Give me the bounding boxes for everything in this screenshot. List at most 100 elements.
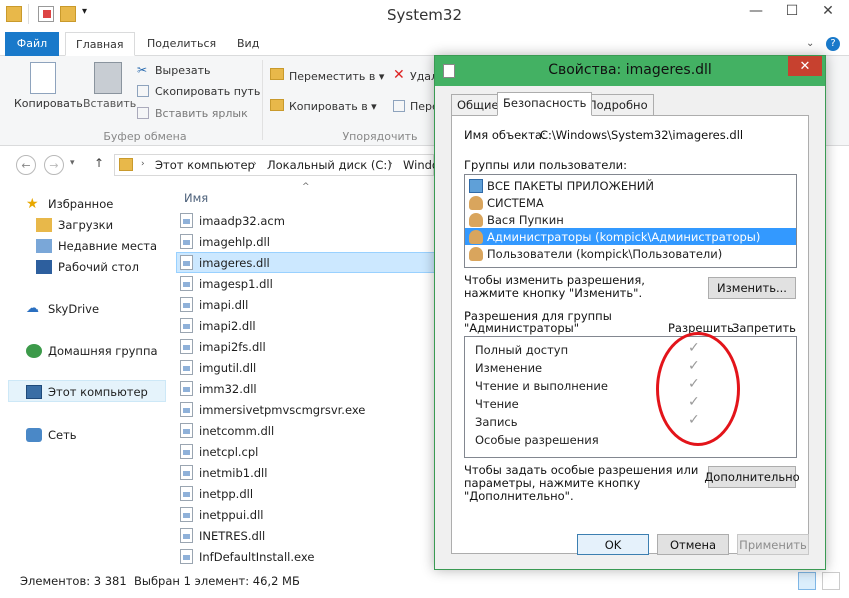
tab-home[interactable]: Главная xyxy=(65,32,135,56)
nav-item-favorites[interactable]: ★ Избранное xyxy=(26,194,113,214)
advanced-button[interactable]: Дополнительно xyxy=(704,466,800,488)
maximize-button[interactable]: ☐ xyxy=(776,0,808,22)
tab-details[interactable]: Подробно xyxy=(582,94,654,116)
address-box[interactable]: › Этот компьютер › Локальный диск (C:) ›… xyxy=(114,154,439,176)
table-row[interactable]: inetmib1.dll xyxy=(180,462,420,483)
ok-button[interactable]: OK xyxy=(577,534,649,555)
recent-dropdown-icon[interactable]: ▾ xyxy=(70,158,75,168)
cut-button[interactable]: Вырезать xyxy=(155,64,210,77)
list-item-selected[interactable]: Администраторы (kompick\Администраторы) xyxy=(465,228,796,245)
nav-label: Сеть xyxy=(48,428,77,442)
breadcrumb-computer[interactable]: Этот компьютер xyxy=(155,158,255,172)
nav-item-skydrive[interactable]: ☁ SkyDrive xyxy=(26,299,99,319)
nav-item-this-pc[interactable]: Этот компьютер xyxy=(26,382,148,402)
deny-column-header: Запретить xyxy=(732,321,796,335)
paste-button[interactable]: Вставить xyxy=(83,97,136,110)
list-item[interactable]: ВСЕ ПАКЕТЫ ПРИЛОЖЕНИЙ xyxy=(469,177,658,194)
file-name: imapi2fs.dll xyxy=(199,339,266,354)
table-row[interactable]: imagehlp.dll xyxy=(180,231,420,252)
users-group-icon xyxy=(469,246,483,261)
nav-item-recent[interactable]: Недавние места xyxy=(36,236,157,256)
table-row[interactable]: imageres.dll xyxy=(180,252,420,273)
dialog-close-button[interactable]: ✕ xyxy=(788,56,822,76)
table-row[interactable]: imapi.dll xyxy=(180,294,420,315)
user-label: ВСЕ ПАКЕТЫ ПРИЛОЖЕНИЙ xyxy=(487,178,655,193)
permission-row: Чтение и выполнение xyxy=(475,377,608,395)
change-button[interactable]: Изменить... xyxy=(708,277,796,299)
cancel-button[interactable]: Отмена xyxy=(657,534,729,555)
file-name: inetcpl.cpl xyxy=(199,444,259,459)
homegroup-icon xyxy=(26,344,42,358)
table-row[interactable]: imapi2.dll xyxy=(180,315,420,336)
up-icon[interactable]: ↑ xyxy=(94,156,104,170)
table-row[interactable]: immersivetpmvscmgrsvr.exe xyxy=(180,399,420,420)
back-icon[interactable]: ← xyxy=(16,155,36,175)
file-name: inetppui.dll xyxy=(199,507,264,522)
tab-share[interactable]: Поделиться xyxy=(137,32,226,56)
nav-item-downloads[interactable]: Загрузки xyxy=(36,215,113,235)
paste-shortcut-icon xyxy=(137,107,149,119)
table-row[interactable]: inetcomm.dll xyxy=(180,420,420,441)
tab-view[interactable]: Вид xyxy=(227,32,269,56)
breadcrumb-disk[interactable]: Локальный диск (C:) xyxy=(267,158,392,172)
network-icon xyxy=(26,428,42,442)
apply-button[interactable]: Применить xyxy=(737,534,809,555)
column-header-name[interactable]: Имя xyxy=(184,191,208,205)
file-icon xyxy=(180,234,193,249)
close-button[interactable]: ✕ xyxy=(812,0,844,22)
dialog-title-bar: Свойства: imageres.dll ✕ xyxy=(435,56,825,86)
table-row[interactable]: inetcpl.cpl xyxy=(180,441,420,462)
chevron-right-icon: › xyxy=(141,159,145,169)
list-item[interactable]: Пользователи (kompick\Пользователи) xyxy=(469,245,726,262)
status-bar: Элементов: 3 381 Выбран 1 элемент: 46,2 … xyxy=(0,568,849,598)
table-row[interactable]: imagesp1.dll xyxy=(180,273,420,294)
tab-file[interactable]: Файл xyxy=(5,32,59,56)
table-row[interactable]: InfDefaultInstall.exe xyxy=(180,546,420,567)
scissors-icon: ✂ xyxy=(137,63,148,77)
file-icon xyxy=(180,276,193,291)
table-row[interactable]: imaadp32.acm xyxy=(180,210,420,231)
dialog-body: Общие Безопасность Подробно Имя объекта:… xyxy=(443,86,817,563)
change-hint-line-1: Чтобы изменить разрешения, xyxy=(464,273,645,287)
nav-item-desktop[interactable]: Рабочий стол xyxy=(36,257,139,277)
table-row[interactable]: imgutil.dll xyxy=(180,357,420,378)
permissions-label-line-2: "Администраторы" xyxy=(464,321,580,335)
copy-button[interactable]: Копировать xyxy=(14,97,83,110)
ribbon-expand-icon[interactable]: ⌄ xyxy=(806,38,814,49)
minimize-button[interactable]: — xyxy=(740,0,772,22)
forward-icon[interactable]: → xyxy=(44,155,64,175)
copy-path-button[interactable]: Скопировать путь xyxy=(155,85,260,98)
list-item[interactable]: Вася Пупкин xyxy=(469,211,568,228)
table-row[interactable]: inetppui.dll xyxy=(180,504,420,525)
nav-item-network[interactable]: Сеть xyxy=(26,425,77,445)
users-group-icon xyxy=(469,229,483,244)
file-icon xyxy=(180,465,193,480)
table-row[interactable]: INETRES.dll xyxy=(180,525,420,546)
groups-label: Группы или пользователи: xyxy=(464,158,627,172)
file-icon xyxy=(180,528,193,543)
table-row[interactable]: imm32.dll xyxy=(180,378,420,399)
copy-to-icon xyxy=(270,99,284,111)
delete-icon: ✕ xyxy=(393,67,405,83)
nav-label: Недавние места xyxy=(58,239,158,253)
file-name: imageres.dll xyxy=(199,255,270,270)
file-name: imagesp1.dll xyxy=(199,276,273,291)
move-to-button[interactable]: Переместить в ▾ xyxy=(289,70,384,83)
navigation-pane: ★ Избранное Загрузки Недавние места Рабоч… xyxy=(0,184,172,568)
file-icon xyxy=(180,360,193,375)
table-row[interactable]: imapi2fs.dll xyxy=(180,336,420,357)
table-row[interactable]: inetpp.dll xyxy=(180,483,420,504)
large-icons-view-icon[interactable] xyxy=(822,572,840,590)
copy-to-button[interactable]: Копировать в ▾ xyxy=(289,100,377,113)
file-name: imapi.dll xyxy=(199,297,249,312)
cloud-icon: ☁ xyxy=(26,301,39,316)
details-view-icon[interactable] xyxy=(798,572,816,590)
chevron-right-icon: › xyxy=(253,159,257,169)
users-listbox[interactable]: ВСЕ ПАКЕТЫ ПРИЛОЖЕНИЙ СИСТЕМА Вася Пупки… xyxy=(464,174,797,268)
chevron-right-icon: › xyxy=(389,159,393,169)
nav-item-homegroup[interactable]: Домашняя группа xyxy=(26,341,158,361)
list-item[interactable]: СИСТЕМА xyxy=(469,194,548,211)
paste-shortcut-button[interactable]: Вставить ярлык xyxy=(155,107,248,120)
tab-security[interactable]: Безопасность xyxy=(497,92,593,116)
help-icon[interactable]: ? xyxy=(826,37,840,51)
